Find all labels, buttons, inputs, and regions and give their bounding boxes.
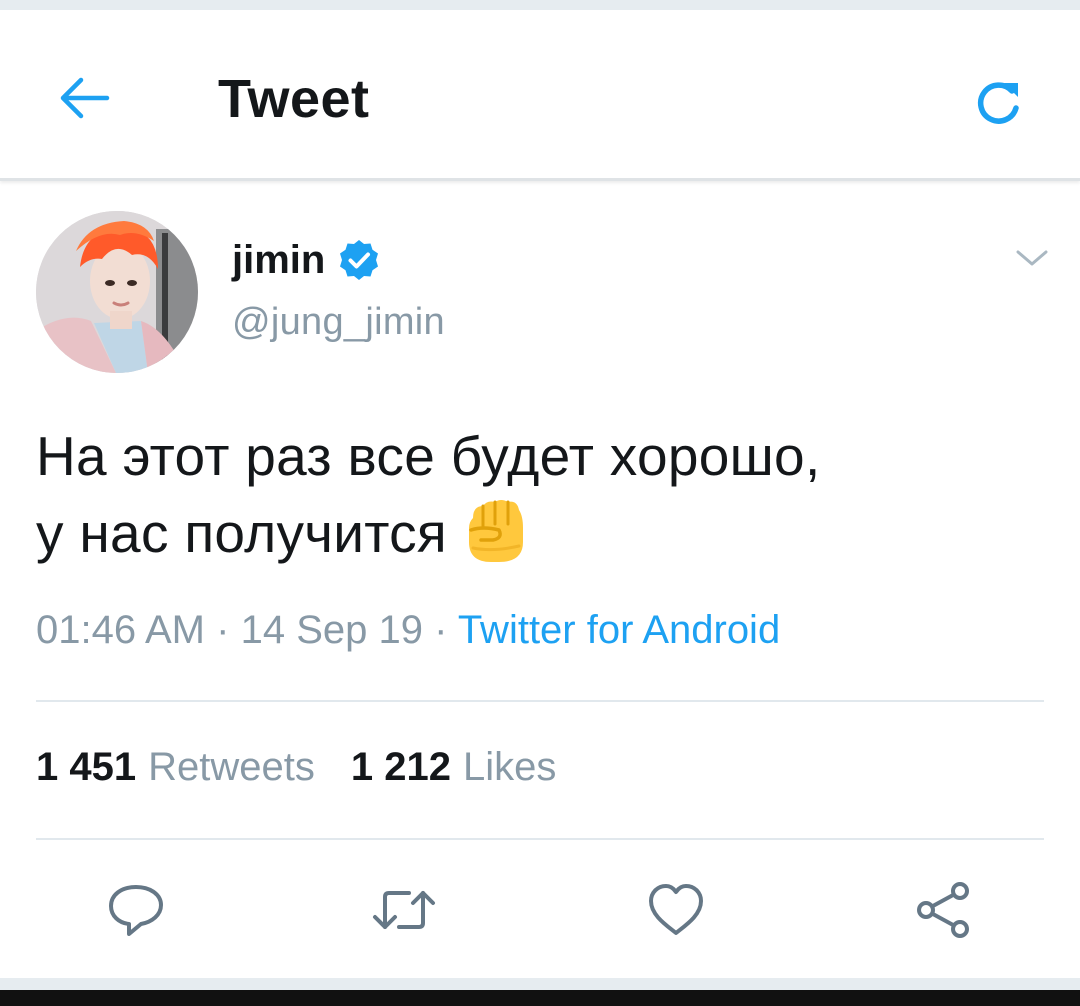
status-strip [0,0,1080,10]
tweet-screen: Tweet jimin @jung_jimin На этот раз все … [0,0,1080,1006]
avatar[interactable] [36,211,198,373]
retweets-label: Retweets [148,745,315,789]
heart-icon [649,884,703,935]
tweet-actions [0,868,1080,952]
reply-button[interactable] [94,868,178,952]
avatar-image [36,211,198,373]
arrow-left-icon [60,77,110,119]
chevron-down-icon [1016,250,1048,266]
tweet-text-line-1: На этот раз все будет хорошо, [36,425,821,487]
tweet-stats: 1 451 Retweets 1 212 Likes [36,745,556,790]
author-info[interactable]: jimin @jung_jimin [232,233,445,344]
verified-badge-icon [340,240,379,280]
meta-separator: · [434,608,448,652]
reply-icon [109,885,163,936]
app-header: Tweet [0,10,1080,181]
like-button[interactable] [634,868,718,952]
likes-label: Likes [462,745,557,789]
tweet-options-button[interactable] [1010,238,1054,278]
tweet-text-line-2: у нас получится [36,495,1046,586]
share-icon [917,882,969,938]
meta-separator: · [216,608,230,652]
raised-fist-icon [463,496,529,586]
likes-stat[interactable]: 1 212 Likes [351,745,557,790]
back-button[interactable] [52,72,116,124]
share-button[interactable] [902,868,986,952]
author-name: jimin [232,237,326,282]
refresh-icon [977,82,1019,124]
tweet-meta: 01:46 AM · 14 Sep 19 · Twitter for Andro… [36,608,780,653]
refresh-button[interactable] [966,72,1030,136]
tweet-text: На этот раз все будет хорошо, у нас полу… [36,418,1046,586]
retweet-icon [373,891,435,929]
divider [36,838,1044,840]
name-row: jimin [232,233,445,287]
retweet-button[interactable] [362,868,446,952]
tweet-time: 01:46 AM [36,608,206,652]
tweet-source-link[interactable]: Twitter for Android [458,608,780,652]
author-handle: @jung_jimin [232,301,445,343]
bottom-separator [0,978,1080,990]
tweet-text-line-2-text: у нас получится [36,502,448,564]
likes-count: 1 212 [350,745,451,789]
divider [36,700,1044,702]
tweet-date: 14 Sep 19 [240,608,423,652]
page-title: Tweet [218,69,370,129]
retweets-count: 1 451 [36,745,137,789]
navigation-bar [0,990,1080,1006]
retweets-stat[interactable]: 1 451 Retweets [36,745,315,790]
